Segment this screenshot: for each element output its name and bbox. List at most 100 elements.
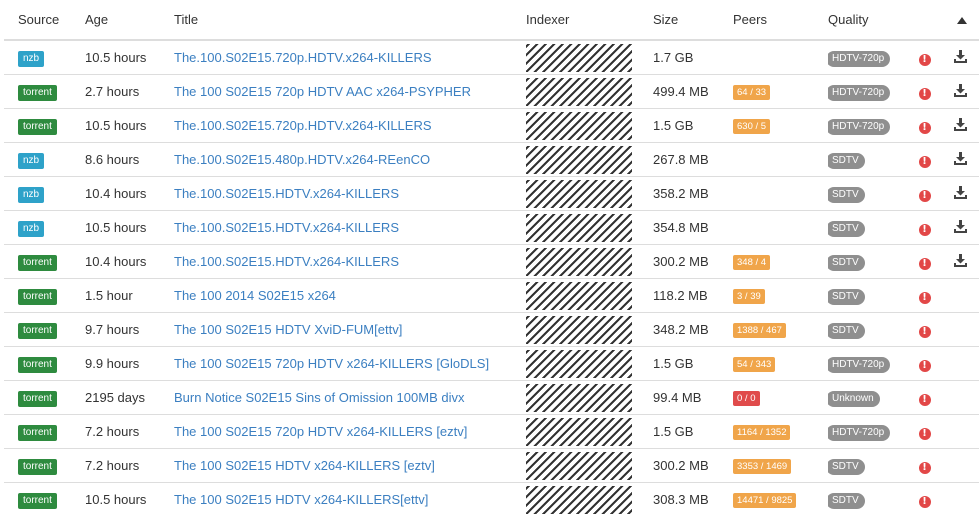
release-title-link[interactable]: The 100 S02E15 HDTV x264-KILLERS[ettv]	[174, 492, 428, 507]
download-icon[interactable]	[953, 117, 967, 131]
release-size: 348.2 MB	[653, 312, 733, 347]
release-age: 10.5 hours	[85, 210, 174, 245]
release-age: 2195 days	[85, 380, 174, 415]
peers-badge: 3 / 39	[733, 289, 765, 304]
table-row: nzb 10.5 hours The.100.S02E15.HDTV.x264-…	[4, 210, 979, 245]
rejection-warning-icon[interactable]: !	[918, 393, 931, 406]
release-size: 300.2 MB	[653, 448, 733, 483]
release-size: 1.5 GB	[653, 346, 733, 381]
rejection-warning-icon[interactable]: !	[918, 223, 931, 236]
quality-badge: SDTV	[828, 288, 865, 305]
release-title-link[interactable]: The.100.S02E15.HDTV.x264-KILLERS	[174, 220, 399, 235]
source-badge: torrent	[18, 492, 57, 509]
rejection-warning-icon[interactable]: !	[918, 189, 931, 202]
rejection-warning-icon[interactable]: !	[918, 257, 931, 270]
peers-badge: 14471 / 9825	[733, 493, 797, 508]
download-icon[interactable]	[953, 253, 967, 267]
rejection-warning-icon[interactable]: !	[918, 155, 931, 168]
table-row: torrent 10.5 hours The 100 S02E15 HDTV x…	[4, 482, 979, 516]
release-size: 267.8 MB	[653, 142, 733, 177]
release-title-link[interactable]: The 100 S02E15 720p HDTV x264-KILLERS [G…	[174, 356, 489, 371]
source-column-header[interactable]: Source	[4, 0, 85, 41]
rejection-warning-icon[interactable]: !	[918, 291, 931, 304]
download-icon[interactable]	[953, 219, 967, 233]
table-row: torrent 7.2 hours The 100 S02E15 HDTV x2…	[4, 448, 979, 483]
release-size: 118.2 MB	[653, 278, 733, 313]
release-size: 358.2 MB	[653, 176, 733, 211]
sort-ascending-icon[interactable]	[957, 12, 967, 27]
indexer-redacted	[526, 179, 632, 208]
release-title-link[interactable]: Burn Notice S02E15 Sins of Omission 100M…	[174, 390, 464, 405]
indexer-redacted	[526, 349, 632, 378]
age-column-header[interactable]: Age	[85, 0, 174, 41]
release-size: 1.5 GB	[653, 414, 733, 449]
quality-badge: HDTV-720p	[828, 84, 891, 101]
source-badge: torrent	[18, 254, 57, 271]
release-title-link[interactable]: The 100 2014 S02E15 x264	[174, 288, 336, 303]
release-age: 10.5 hours	[85, 108, 174, 143]
source-badge: nzb	[18, 186, 45, 203]
peers-badge: 0 / 0	[733, 391, 760, 406]
download-icon[interactable]	[953, 151, 967, 165]
release-title-link[interactable]: The 100 S02E15 HDTV XviD-FUM[ettv]	[174, 322, 402, 337]
release-age: 10.5 hours	[85, 482, 174, 516]
sort-column-header[interactable]	[941, 0, 979, 41]
release-title-link[interactable]: The.100.S02E15.720p.HDTV.x264-KILLERS	[174, 50, 432, 65]
table-header-row: Source Age Title Indexer Size Peers Qual…	[4, 0, 979, 41]
release-age: 10.4 hours	[85, 244, 174, 279]
release-size: 300.2 MB	[653, 244, 733, 279]
peers-badge: 1164 / 1352	[733, 425, 791, 440]
release-title-link[interactable]: The 100 S02E15 720p HDTV x264-KILLERS [e…	[174, 424, 467, 439]
rejection-warning-icon[interactable]: !	[918, 87, 931, 100]
download-icon[interactable]	[953, 83, 967, 97]
table-row: torrent 10.4 hours The.100.S02E15.HDTV.x…	[4, 244, 979, 279]
quality-badge: SDTV	[828, 220, 865, 237]
peers-column-header[interactable]: Peers	[733, 0, 828, 41]
source-badge: torrent	[18, 84, 57, 101]
quality-badge: HDTV-720p	[828, 356, 891, 373]
peers-badge: 54 / 343	[733, 357, 776, 372]
indexer-column-header[interactable]: Indexer	[526, 0, 653, 41]
release-title-link[interactable]: The 100 S02E15 HDTV x264-KILLERS [eztv]	[174, 458, 435, 473]
release-title-link[interactable]: The 100 S02E15 720p HDTV AAC x264-PSYPHE…	[174, 84, 471, 99]
quality-column-header[interactable]: Quality	[828, 0, 908, 41]
release-size: 354.8 MB	[653, 210, 733, 245]
release-title-link[interactable]: The.100.S02E15.720p.HDTV.x264-KILLERS	[174, 118, 432, 133]
indexer-redacted	[526, 315, 632, 344]
indexer-redacted	[526, 417, 632, 446]
size-column-header[interactable]: Size	[653, 0, 733, 41]
title-column-header[interactable]: Title	[174, 0, 526, 41]
source-badge: torrent	[18, 322, 57, 339]
release-age: 9.7 hours	[85, 312, 174, 347]
quality-badge: HDTV-720p	[828, 424, 891, 441]
indexer-redacted	[526, 111, 632, 140]
download-icon[interactable]	[953, 185, 967, 199]
table-row: nzb 10.4 hours The.100.S02E15.HDTV.x264-…	[4, 176, 979, 211]
rejection-warning-icon[interactable]: !	[918, 53, 931, 66]
source-badge: nzb	[18, 50, 45, 67]
rejection-warning-icon[interactable]: !	[918, 461, 931, 474]
release-age: 10.4 hours	[85, 176, 174, 211]
quality-badge: SDTV	[828, 254, 865, 271]
releases-table: Source Age Title Indexer Size Peers Qual…	[4, 0, 979, 516]
rejection-warning-icon[interactable]: !	[918, 359, 931, 372]
rejection-warning-icon[interactable]: !	[918, 325, 931, 338]
source-badge: torrent	[18, 458, 57, 475]
quality-badge: HDTV-720p	[828, 118, 891, 135]
table-row: torrent 9.9 hours The 100 S02E15 720p HD…	[4, 346, 979, 381]
release-title-link[interactable]: The.100.S02E15.HDTV.x264-KILLERS	[174, 254, 399, 269]
indexer-redacted	[526, 485, 632, 514]
release-size: 499.4 MB	[653, 74, 733, 109]
release-age: 7.2 hours	[85, 414, 174, 449]
download-icon[interactable]	[953, 49, 967, 63]
source-badge: torrent	[18, 424, 57, 441]
quality-badge: SDTV	[828, 152, 865, 169]
rejection-warning-icon[interactable]: !	[918, 121, 931, 134]
rejection-warning-icon[interactable]: !	[918, 427, 931, 440]
rejection-warning-icon[interactable]: !	[918, 495, 931, 508]
release-title-link[interactable]: The.100.S02E15.HDTV.x264-KILLERS	[174, 186, 399, 201]
quality-badge: SDTV	[828, 186, 865, 203]
release-age: 10.5 hours	[85, 39, 174, 75]
release-title-link[interactable]: The.100.S02E15.480p.HDTV.x264-REenCO	[174, 152, 430, 167]
peers-badge: 630 / 5	[733, 119, 771, 134]
